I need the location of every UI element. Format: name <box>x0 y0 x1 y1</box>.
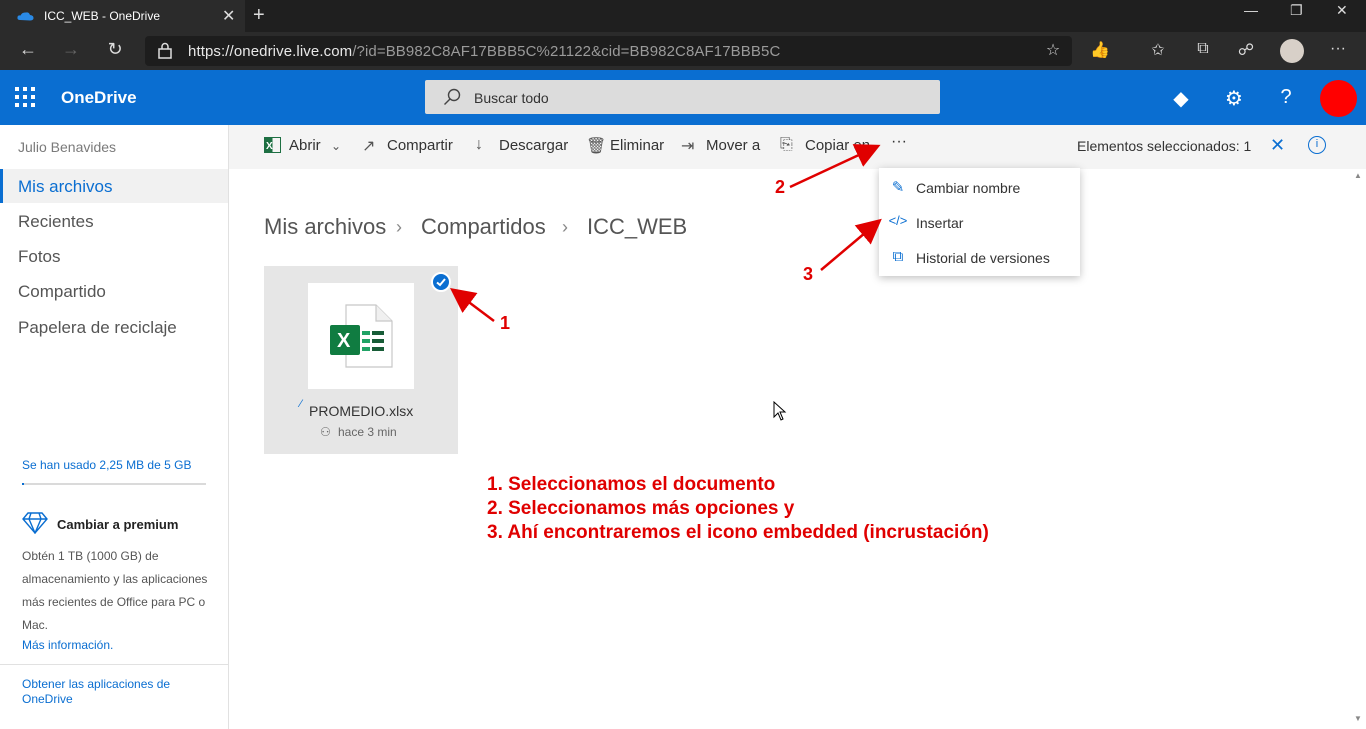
annotation-number-1: 1 <box>500 313 511 333</box>
annotation-arrows <box>450 144 882 322</box>
instruction-line-2: 2. Seleccionamos más opciones y <box>487 498 795 519</box>
annotation-number-3: 3 <box>803 264 814 284</box>
instruction-line-3: 3. Ahí encontraremos el icono embedded (… <box>487 522 989 543</box>
instruction-line-1: 1. Seleccionamos el documento <box>487 474 776 495</box>
annotation-number-2: 2 <box>775 177 786 197</box>
